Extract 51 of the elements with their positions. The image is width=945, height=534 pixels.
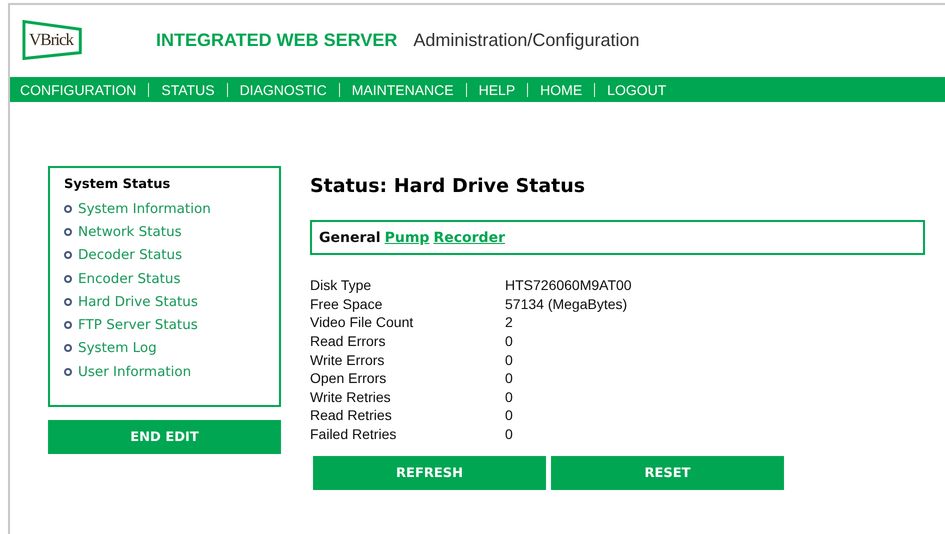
field-label: Write Errors [310, 352, 386, 368]
end-edit-button[interactable]: END EDIT [48, 420, 281, 454]
page-title: Status: Hard Drive Status [310, 175, 586, 197]
field-label: Free Space [310, 296, 384, 312]
field-value: 0 [505, 352, 513, 368]
tab[interactable]: Pump [384, 230, 430, 246]
bullet-icon [64, 274, 72, 283]
nav-link[interactable]: HOME [540, 82, 582, 98]
tab[interactable]: Recorder [433, 230, 505, 246]
nav-link[interactable]: CONFIGURATION [20, 82, 136, 98]
bullet-icon [64, 344, 72, 352]
sidebar-link[interactable]: Encoder Status [78, 270, 181, 287]
nav-link[interactable]: HELP [478, 82, 516, 98]
field-value: 0 [505, 426, 513, 442]
sidebar-link[interactable]: Decoder Status [78, 247, 182, 264]
field-label: Video File Count [310, 314, 414, 330]
field-value: 0 [505, 370, 513, 386]
field-label: Read Errors [310, 333, 386, 350]
action-button[interactable]: RESET [551, 456, 784, 490]
field-label: Write Retries [310, 388, 392, 405]
sidebar-link[interactable]: System Log [78, 340, 157, 356]
nav-link[interactable]: DIAGNOSTIC [240, 82, 327, 98]
field-label: Disk Type [310, 277, 372, 294]
tab[interactable]: General [319, 230, 381, 246]
nav-link[interactable]: STATUS [161, 82, 215, 98]
nav-link[interactable]: LOGOUT [607, 82, 666, 98]
bullet-icon [64, 204, 72, 213]
field-value: 0 [505, 407, 513, 424]
bullet-icon [64, 251, 72, 260]
sidebar-link[interactable]: Network Status [78, 224, 182, 240]
sidebar-link[interactable]: User Information [78, 364, 192, 380]
action-button[interactable]: REFRESH [313, 456, 546, 490]
nav-link[interactable]: MAINTENANCE [352, 82, 454, 98]
sidebar-title: System Status [64, 177, 172, 192]
field-label: Failed Retries [310, 426, 398, 442]
sidebar-link[interactable]: FTP Server Status [78, 317, 198, 334]
bullet-icon [64, 228, 72, 236]
field-value: 57134 (MegaBytes) [505, 296, 628, 312]
field-value: 0 [505, 333, 513, 350]
bullet-icon [64, 368, 72, 376]
field-label: Open Errors [310, 370, 388, 386]
field-label: Read Retries [310, 407, 393, 424]
sidebar-link[interactable]: Hard Drive Status [78, 294, 198, 310]
field-value: 0 [505, 388, 513, 405]
field-value: 2 [505, 314, 513, 330]
sidebar-link[interactable]: System Information [78, 200, 211, 217]
bullet-icon [64, 321, 72, 330]
page-subtitle: Administration/Configuration [413, 30, 640, 50]
server-title: INTEGRATED WEB SERVER [156, 30, 398, 50]
bullet-icon [64, 298, 72, 306]
field-value: HTS726060M9AT00 [505, 277, 632, 294]
